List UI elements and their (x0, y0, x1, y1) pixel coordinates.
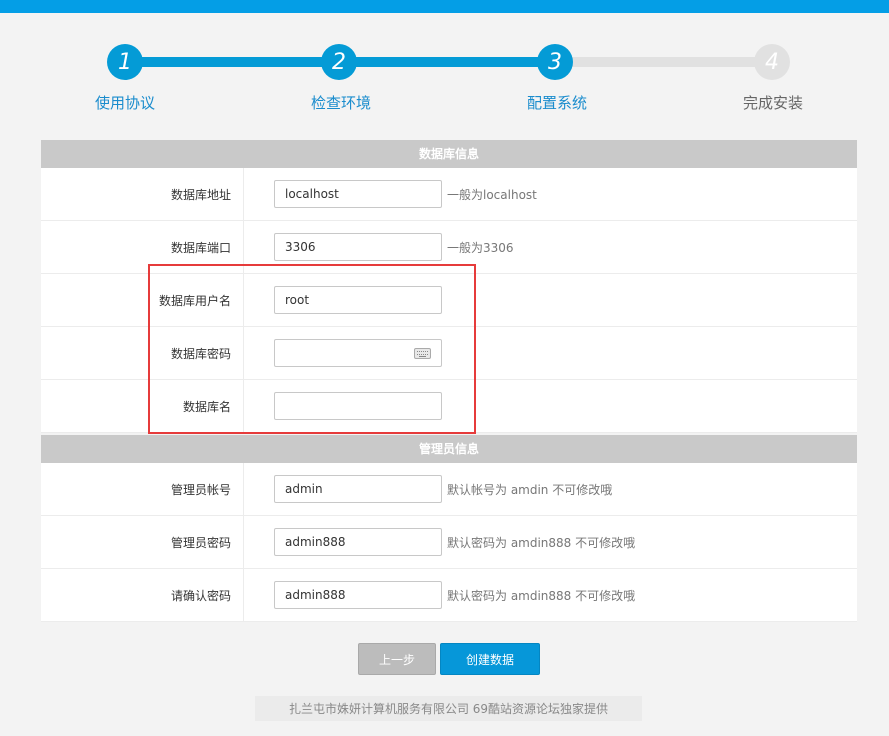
db-port-hint: 一般为3306 (447, 240, 514, 255)
db-host-hint: 一般为localhost (447, 187, 537, 202)
db-host-row: 数据库地址 localhost 一般为localhost (41, 168, 857, 221)
admin-password-row: 管理员密码 admin888 默认密码为 amdin888 不可修改哦 (41, 516, 857, 569)
step-1-circle: 1 (107, 44, 143, 80)
db-password-input[interactable] (274, 339, 442, 367)
admin-password-label: 管理员密码 (41, 516, 244, 568)
admin-password-hint: 默认密码为 amdin888 不可修改哦 (447, 535, 636, 550)
keyboard-icon[interactable] (414, 348, 431, 359)
db-password-row: 数据库密码 (41, 327, 857, 380)
db-port-input[interactable]: 3306 (274, 233, 442, 261)
step-3-label: 配置系统 (526, 94, 587, 112)
step-2-label: 检查环境 (310, 94, 371, 112)
admin-section-header: 管理员信息 (41, 435, 857, 463)
db-host-input[interactable]: localhost (274, 180, 442, 208)
db-name-row: 数据库名 (41, 380, 857, 433)
admin-password-input[interactable]: admin888 (274, 528, 442, 556)
admin-account-label: 管理员帐号 (41, 463, 244, 515)
step-4-circle: 4 (754, 44, 790, 80)
db-name-label: 数据库名 (41, 380, 244, 432)
step-1-label: 使用协议 (94, 94, 155, 112)
admin-info-section: 管理员信息 管理员帐号 admin 默认帐号为 amdin 不可修改哦 管理员密… (41, 435, 857, 622)
admin-account-hint: 默认帐号为 amdin 不可修改哦 (447, 482, 613, 497)
admin-confirm-password-label: 请确认密码 (41, 569, 244, 621)
db-port-label: 数据库端口 (41, 221, 244, 273)
previous-step-button[interactable]: 上一步 (358, 643, 436, 675)
create-data-button[interactable]: 创建数据 (440, 643, 540, 675)
admin-confirm-password-hint: 默认密码为 amdin888 不可修改哦 (447, 588, 636, 603)
database-section-header: 数据库信息 (41, 140, 857, 168)
top-bar (0, 0, 889, 13)
db-name-input[interactable] (274, 392, 442, 420)
db-user-input[interactable]: root (274, 286, 442, 314)
progress-line-pending (555, 57, 772, 67)
db-user-label: 数据库用户名 (41, 274, 244, 326)
admin-confirm-password-input[interactable]: admin888 (274, 581, 442, 609)
admin-account-row: 管理员帐号 admin 默认帐号为 amdin 不可修改哦 (41, 463, 857, 516)
admin-confirm-password-row: 请确认密码 admin888 默认密码为 amdin888 不可修改哦 (41, 569, 857, 622)
footer-credit: 扎兰屯市姝妍计算机服务有限公司 69酷站资源论坛独家提供 (255, 696, 642, 721)
step-2-circle: 2 (321, 44, 357, 80)
db-user-row: 数据库用户名 root (41, 274, 857, 327)
database-info-section: 数据库信息 数据库地址 localhost 一般为localhost 数据库端口… (41, 140, 857, 433)
step-4-label: 完成安装 (742, 94, 803, 112)
admin-account-input[interactable]: admin (274, 475, 442, 503)
db-password-label: 数据库密码 (41, 327, 244, 379)
db-port-row: 数据库端口 3306 一般为3306 (41, 221, 857, 274)
install-progress-steps: 1 2 3 4 使用协议 检查环境 配置系统 完成安装 (0, 44, 889, 124)
step-3-circle: 3 (537, 44, 573, 80)
db-host-label: 数据库地址 (41, 168, 244, 220)
